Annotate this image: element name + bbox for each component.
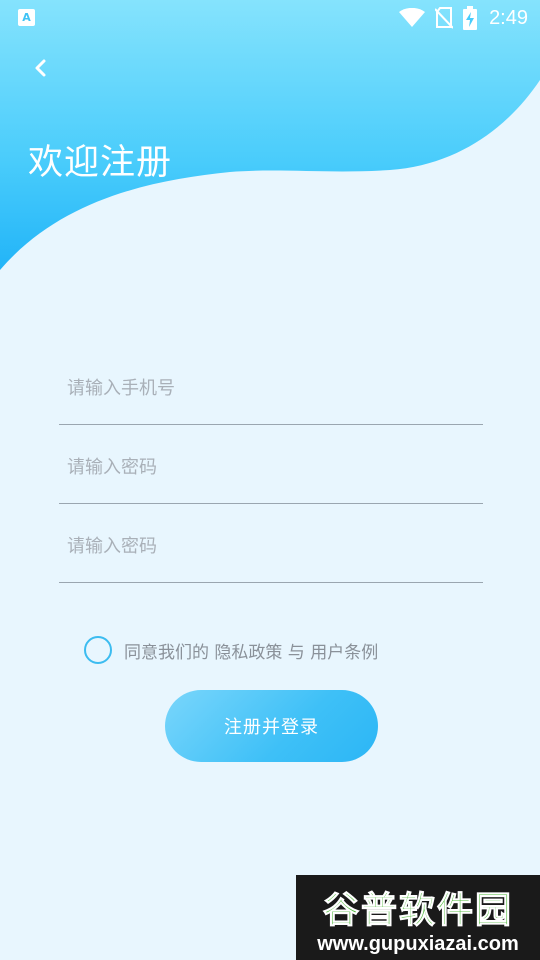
page-title: 欢迎注册 — [28, 143, 173, 183]
agreement-prefix: 同意我们的 — [124, 642, 215, 663]
status-icons: 2:49 — [399, 6, 528, 30]
password-input[interactable] — [59, 447, 483, 487]
user-terms-link[interactable]: 用户条例 — [310, 643, 378, 663]
status-time: 2:49 — [489, 6, 528, 29]
phone-input[interactable] — [59, 368, 483, 408]
password-field-container — [59, 425, 483, 504]
register-form — [59, 350, 483, 583]
agreement-checkbox[interactable] — [84, 636, 112, 664]
agreement-text: 同意我们的 隐私政策 与 用户条例 — [124, 638, 378, 663]
watermark-title: 谷普软件园 — [322, 890, 513, 932]
confirm-password-field-container — [59, 504, 483, 583]
watermark-url: www.gupuxiazai.com — [317, 933, 519, 955]
phone-field-container — [59, 350, 483, 425]
watermark: 谷普软件园 www.gupuxiazai.com — [296, 875, 540, 960]
back-button[interactable] — [22, 50, 58, 86]
status-bar: A 2:49 — [0, 0, 540, 36]
wifi-icon — [399, 8, 426, 27]
confirm-password-input[interactable] — [59, 526, 483, 566]
agreement-row: 同意我们的 隐私政策 与 用户条例 — [84, 635, 378, 665]
privacy-policy-link[interactable]: 隐私政策 — [214, 643, 282, 663]
register-login-button[interactable]: 注册并登录 — [165, 690, 378, 762]
chevron-left-icon — [35, 59, 46, 77]
no-sim-icon — [435, 7, 454, 29]
agreement-joiner: 与 — [282, 642, 311, 663]
notification-app-icon: A — [18, 9, 35, 26]
battery-charging-icon — [463, 6, 478, 30]
